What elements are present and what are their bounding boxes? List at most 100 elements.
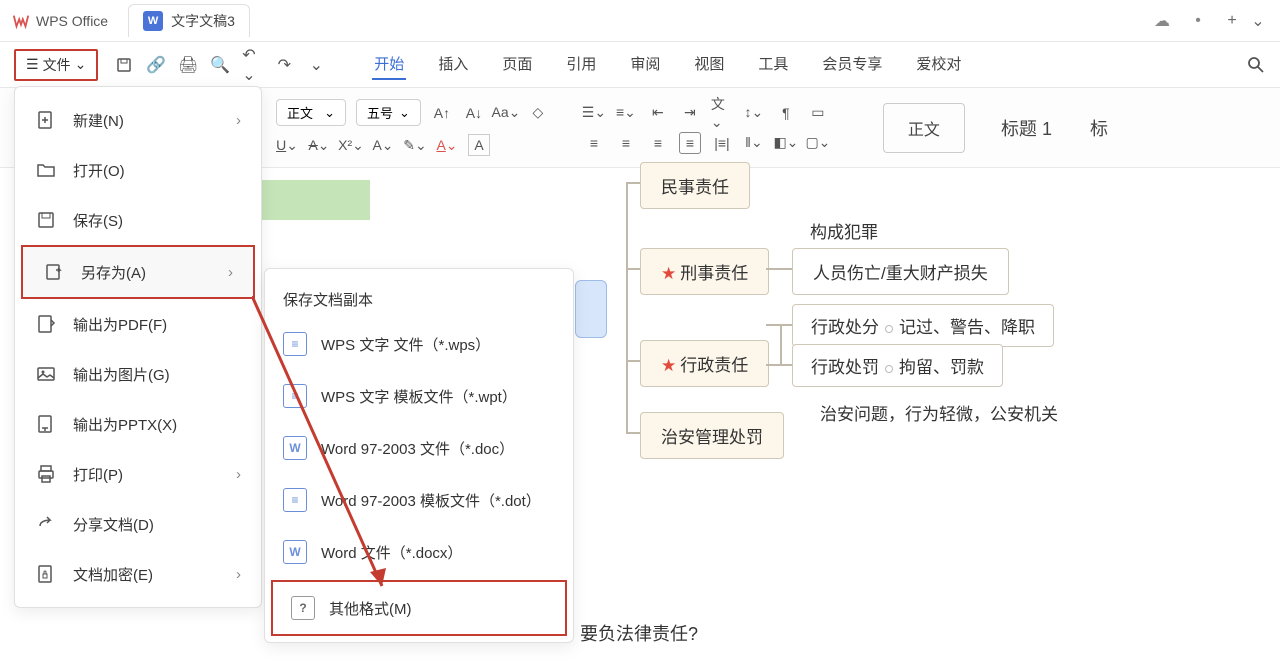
align-left-icon[interactable]: ≡	[583, 132, 605, 154]
file-menu-item-share[interactable]: 分享文档(D)	[15, 499, 261, 549]
doc-title: 文字文稿3	[171, 11, 235, 31]
tab-tools[interactable]: 工具	[756, 49, 790, 80]
diagram-node-criminal[interactable]: ★刑事责任	[640, 248, 769, 295]
new-tab-dropdown-icon[interactable]: ⌄	[1248, 11, 1268, 31]
preview-icon[interactable]: 🔍	[210, 55, 230, 75]
tab-insert[interactable]: 插入	[436, 49, 470, 80]
more-qat-icon[interactable]: ⌄	[306, 55, 326, 75]
style-heading1[interactable]: 标题 1	[1001, 115, 1052, 141]
text-direction-icon[interactable]: 文⌄	[711, 102, 733, 124]
chevron-down-icon: ⌄	[75, 56, 87, 73]
quick-access-toolbar: 🔗 🖨 🔍 ↶ ⌄ ↷ ⌄	[114, 55, 326, 75]
font-name-select[interactable]: 正文⌄	[276, 99, 346, 126]
link-icon[interactable]: 🔗	[146, 55, 166, 75]
tab-member[interactable]: 会员专享	[820, 49, 884, 80]
align-right-icon[interactable]: ≡	[647, 132, 669, 154]
filetype-icon: W	[283, 436, 307, 460]
increase-font-icon[interactable]: A↑	[431, 102, 453, 124]
document-tab[interactable]: W 文字文稿3	[128, 4, 250, 37]
chevron-down-icon: ⌄	[399, 105, 410, 121]
print-icon[interactable]: 🖨	[178, 55, 198, 75]
file-menu-button[interactable]: ☰ 文件 ⌄	[14, 49, 98, 81]
menu-item-label: 输出为图片(G)	[73, 364, 170, 385]
file-menu-item-image[interactable]: 输出为图片(G)	[15, 349, 261, 399]
ribbon-tabs: 开始 插入 页面 引用 审阅 视图 工具 会员专享 爱校对	[372, 49, 963, 80]
tab-references[interactable]: 引用	[564, 49, 598, 80]
saveas-item-3[interactable]: ≡Word 97-2003 模板文件（*.dot）	[265, 474, 573, 526]
file-menu-item-saveas[interactable]: 另存为(A)›	[21, 245, 255, 299]
diagram-node-civil[interactable]: 民事责任	[640, 162, 750, 209]
saveas-item-5[interactable]: ?其他格式(M)	[271, 580, 567, 636]
diagram-root-handle[interactable]	[575, 280, 607, 338]
menu-item-label: 保存(S)	[73, 210, 123, 231]
file-menu-item-folder[interactable]: 打开(O)	[15, 145, 261, 195]
file-menu-item-pdf[interactable]: 输出为PDF(F)	[15, 299, 261, 349]
font-size-select[interactable]: 五号⌄	[356, 99, 421, 126]
saveas-item-label: WPS 文字 文件（*.wps）	[321, 334, 490, 355]
titlebar: WPS Office W 文字文稿3 ☁ • + ⌄	[0, 0, 1280, 42]
dot-icon[interactable]: •	[1188, 11, 1208, 31]
bullets-icon[interactable]: ☰⌄	[583, 102, 605, 124]
decrease-font-icon[interactable]: A↓	[463, 102, 485, 124]
file-menu-item-save[interactable]: 保存(S)	[15, 195, 261, 245]
border-icon[interactable]: ▢⌄	[807, 132, 829, 154]
underline-icon[interactable]: U⌄	[276, 134, 298, 156]
file-menu-item-print[interactable]: 打印(P)›	[15, 449, 261, 499]
shading-icon[interactable]: ◧⌄	[775, 132, 797, 154]
distribute-icon[interactable]: |≡|	[711, 132, 733, 154]
justify-icon[interactable]: ≡	[679, 132, 701, 154]
tab-start[interactable]: 开始	[372, 49, 406, 80]
toggle-marks-icon[interactable]: ¶	[775, 102, 797, 124]
file-menu-item-plus-doc[interactable]: 新建(N)›	[15, 95, 261, 145]
superscript-icon[interactable]: X²⌄	[340, 134, 362, 156]
sort-icon[interactable]: ↕⌄	[743, 102, 765, 124]
tab-view[interactable]: 视图	[692, 49, 726, 80]
chevron-down-icon: ⌄	[324, 105, 335, 121]
style-heading-extra[interactable]: 标	[1090, 115, 1108, 141]
highlight-icon[interactable]: ✎⌄	[404, 134, 426, 156]
decrease-indent-icon[interactable]: ⇤	[647, 102, 669, 124]
diagram-node-security[interactable]: 治安管理处罚	[640, 412, 784, 459]
image-icon	[35, 363, 57, 385]
word-doc-icon: W	[143, 11, 163, 31]
app-name: WPS Office	[36, 13, 108, 29]
clear-format-icon[interactable]: ◇	[527, 102, 549, 124]
file-menu-item-pptx[interactable]: 输出为PPTX(X)	[15, 399, 261, 449]
align-center-icon[interactable]: ≡	[615, 132, 637, 154]
diagram-label-crime: 构成犯罪	[810, 218, 878, 243]
filetype-icon: ≡	[283, 332, 307, 356]
undo-icon[interactable]: ↶ ⌄	[242, 55, 262, 75]
tab-proofread[interactable]: 爱校对	[914, 49, 963, 80]
diagram-node-admin-penalty[interactable]: 行政处罚拘留、罚款	[792, 344, 1003, 387]
diagram-node-admin[interactable]: ★行政责任	[640, 340, 769, 387]
search-icon[interactable]	[1246, 55, 1266, 75]
print-icon	[35, 463, 57, 485]
text-effects-icon[interactable]: A⌄	[372, 134, 394, 156]
new-tab-plus-icon[interactable]: +	[1222, 11, 1242, 31]
font-color-icon[interactable]: A⌄	[436, 134, 458, 156]
saveas-item-4[interactable]: WWord 文件（*.docx）	[265, 526, 573, 578]
file-menu-item-lock[interactable]: 文档加密(E)›	[15, 549, 261, 599]
change-case-icon[interactable]: Aa⌄	[495, 102, 517, 124]
tab-page[interactable]: 页面	[500, 49, 534, 80]
cloud-icon[interactable]: ☁	[1152, 11, 1172, 31]
strikethrough-icon[interactable]: A⌄	[308, 134, 330, 156]
saveas-item-1[interactable]: ≡WPS 文字 模板文件（*.wpt）	[265, 370, 573, 422]
star-icon: ★	[661, 356, 676, 375]
columns-icon[interactable]: ▭	[807, 102, 829, 124]
redo-icon[interactable]: ↷	[274, 55, 294, 75]
star-icon: ★	[661, 264, 676, 283]
tab-review[interactable]: 审阅	[628, 49, 662, 80]
numbering-icon[interactable]: ≡⌄	[615, 102, 637, 124]
save-icon[interactable]	[114, 55, 134, 75]
diagram-node-admin-discipline[interactable]: 行政处分记过、警告、降职	[792, 304, 1054, 347]
char-shading-icon[interactable]: A	[468, 134, 490, 156]
saveas-item-0[interactable]: ≡ WPS 文字 文件（*.wps）	[265, 318, 573, 370]
line-spacing-icon[interactable]: ‖⌄	[743, 132, 765, 154]
diagram-node-casualty[interactable]: 人员伤亡/重大财产损失	[792, 248, 1009, 295]
saveas-submenu: 保存文档副本 ≡WPS 文字 文件（*.wps）≡WPS 文字 模板文件（*.w…	[264, 268, 574, 643]
style-body[interactable]: 正文	[883, 103, 965, 153]
increase-indent-icon[interactable]: ⇥	[679, 102, 701, 124]
diagram-label-security: 治安问题，行为轻微，公安机关	[820, 400, 1058, 425]
saveas-item-2[interactable]: WWord 97-2003 文件（*.doc）	[265, 422, 573, 474]
